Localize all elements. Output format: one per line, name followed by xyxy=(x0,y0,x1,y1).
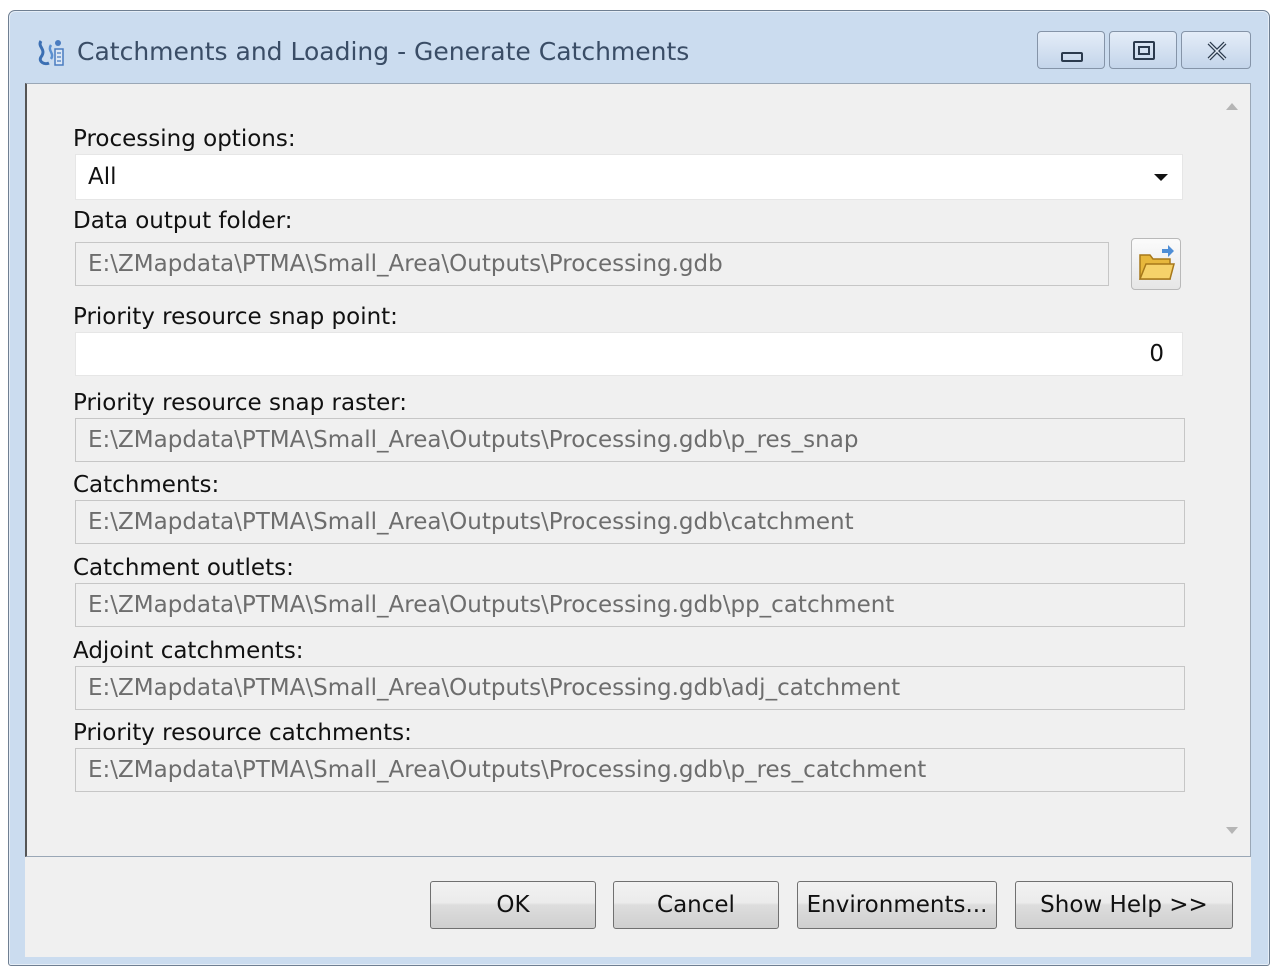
show-help-button[interactable]: Show Help >> xyxy=(1015,881,1233,929)
priority-catchments-label: Priority resource catchments: xyxy=(73,720,412,746)
ok-button[interactable]: OK xyxy=(430,881,596,929)
priority-snap-point-label: Priority resource snap point: xyxy=(73,304,398,330)
button-bar: OK Cancel Environments... Show Help >> xyxy=(25,857,1251,957)
scroll-up-arrow-icon[interactable] xyxy=(1222,98,1242,117)
window-title: Catchments and Loading - Generate Catchm… xyxy=(77,37,690,66)
processing-options-label: Processing options: xyxy=(73,126,296,152)
catchments-label: Catchments: xyxy=(73,472,220,498)
title-bar[interactable]: Catchments and Loading - Generate Catchm… xyxy=(9,11,1269,83)
catchment-tool-icon xyxy=(33,35,67,69)
priority-snap-raster-label: Priority resource snap raster: xyxy=(73,390,408,416)
close-icon xyxy=(1182,41,1252,74)
folder-open-icon xyxy=(1132,245,1180,293)
priority-snap-point-input[interactable]: 0 xyxy=(75,332,1183,376)
adjoint-catchments-label: Adjoint catchments: xyxy=(73,638,304,664)
catchment-outlets-label: Catchment outlets: xyxy=(73,555,294,581)
scroll-down-arrow-icon[interactable] xyxy=(1222,823,1242,842)
environments-button[interactable]: Environments... xyxy=(797,881,997,929)
data-output-folder-label: Data output folder: xyxy=(73,208,293,234)
priority-snap-raster-field[interactable]: E:\ZMapdata\PTMA\Small_Area\Outputs\Proc… xyxy=(75,418,1185,462)
vertical-scrollbar[interactable] xyxy=(1214,84,1250,856)
processing-options-value: All xyxy=(88,164,117,190)
close-button[interactable] xyxy=(1181,31,1251,69)
catchment-outlets-field[interactable]: E:\ZMapdata\PTMA\Small_Area\Outputs\Proc… xyxy=(75,583,1185,627)
adjoint-catchments-field[interactable]: E:\ZMapdata\PTMA\Small_Area\Outputs\Proc… xyxy=(75,666,1185,710)
catchments-field[interactable]: E:\ZMapdata\PTMA\Small_Area\Outputs\Proc… xyxy=(75,500,1185,544)
maximize-icon xyxy=(1110,41,1178,74)
maximize-button[interactable] xyxy=(1109,31,1177,69)
cancel-button[interactable]: Cancel xyxy=(613,881,779,929)
priority-catchments-field[interactable]: E:\ZMapdata\PTMA\Small_Area\Outputs\Proc… xyxy=(75,748,1185,792)
browse-folder-button[interactable] xyxy=(1131,238,1181,290)
data-output-folder-field[interactable]: E:\ZMapdata\PTMA\Small_Area\Outputs\Proc… xyxy=(75,242,1109,286)
processing-options-select[interactable]: All xyxy=(75,154,1183,200)
dialog-window: Catchments and Loading - Generate Catchm… xyxy=(8,10,1270,966)
caret-down-icon xyxy=(1152,155,1170,199)
minimize-icon xyxy=(1038,52,1106,74)
parameters-panel: Processing options: All Data output fold… xyxy=(25,83,1251,857)
minimize-button[interactable] xyxy=(1037,31,1105,69)
window-controls xyxy=(1037,31,1251,71)
